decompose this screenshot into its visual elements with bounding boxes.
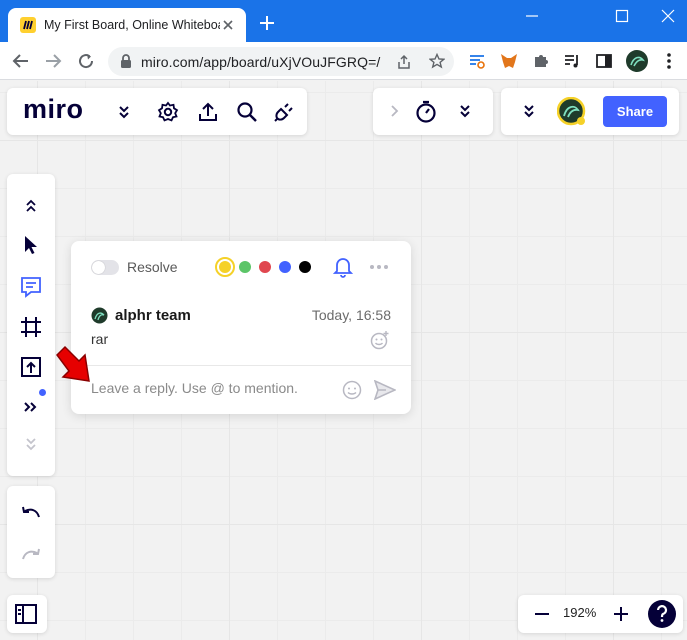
left-tools-toolbar <box>7 174 55 476</box>
expand-tools-chevron-icon[interactable] <box>21 434 41 454</box>
more-tools-icon[interactable] <box>19 395 43 419</box>
zoom-controls: 192% <box>518 595 683 633</box>
collapse-tools-chevron-icon[interactable] <box>20 195 42 217</box>
collaborators-chevron-icon[interactable] <box>519 101 539 121</box>
comment-divider <box>71 365 411 366</box>
forward-icon[interactable] <box>43 51 63 71</box>
close-window-icon[interactable] <box>653 6 683 26</box>
add-reaction-icon[interactable] <box>369 329 391 351</box>
side-panel-icon[interactable] <box>595 52 613 70</box>
resolve-label: Resolve <box>127 259 178 275</box>
reply-input[interactable] <box>91 380 331 396</box>
comment-author: alphr team <box>115 307 191 324</box>
user-avatar[interactable] <box>557 97 587 127</box>
comment-timestamp: Today, 16:58 <box>311 307 391 323</box>
url-text: miro.com/app/board/uXjVOuJFGRQ=/ <box>141 54 381 70</box>
redo-icon[interactable] <box>19 542 43 566</box>
author-avatar <box>91 307 108 324</box>
color-black[interactable] <box>299 261 311 273</box>
search-icon[interactable] <box>235 100 259 124</box>
chrome-menu-icon[interactable] <box>660 52 678 70</box>
board-top-left-toolbar: miro <box>7 88 307 135</box>
board-timer-panel <box>373 88 493 135</box>
back-icon[interactable] <box>11 51 31 71</box>
browser-titlebar: My First Board, Online Whiteboar <box>0 0 687 42</box>
color-blue[interactable] <box>279 261 291 273</box>
board-list-panel <box>7 595 47 633</box>
media-control-icon[interactable] <box>563 52 581 70</box>
integrations-plug-icon[interactable] <box>272 100 296 124</box>
bell-icon[interactable] <box>332 255 354 279</box>
browser-toolbar: miro.com/app/board/uXjVOuJFGRQ=/ <box>0 42 687 80</box>
undo-icon[interactable] <box>19 500 43 524</box>
zoom-out-icon[interactable] <box>532 604 552 624</box>
extension-link-icon[interactable] <box>468 52 486 70</box>
miro-board-canvas[interactable]: miro Share Resolve alphr team Today, 16:… <box>0 81 687 640</box>
zoom-in-icon[interactable] <box>611 604 631 624</box>
browser-tab[interactable]: My First Board, Online Whiteboar <box>8 8 246 42</box>
help-icon[interactable] <box>648 600 676 628</box>
color-green[interactable] <box>239 261 251 273</box>
reload-icon[interactable] <box>76 51 96 71</box>
timer-more-chevron-icon[interactable] <box>455 101 475 121</box>
sidebar-toggle-icon[interactable] <box>15 603 37 625</box>
miro-logo: miro <box>23 94 84 124</box>
new-tab-icon[interactable] <box>258 14 276 32</box>
settings-gear-icon[interactable] <box>156 100 180 124</box>
notification-dot <box>39 389 46 396</box>
annotation-arrow-icon <box>56 345 90 382</box>
comment-thread-card: Resolve alphr team Today, 16:58 rar <box>71 241 411 414</box>
resolve-toggle[interactable] <box>91 260 119 275</box>
color-red[interactable] <box>259 261 271 273</box>
frame-tool-icon[interactable] <box>18 314 44 340</box>
profile-avatar[interactable] <box>626 50 648 72</box>
comment-tool-icon[interactable] <box>18 274 44 300</box>
share-button[interactable]: Share <box>603 96 667 127</box>
tab-title: My First Board, Online Whiteboar <box>44 18 220 32</box>
tab-close-icon[interactable] <box>220 17 236 33</box>
select-cursor-icon[interactable] <box>19 233 43 257</box>
zoom-level[interactable]: 192% <box>563 605 596 620</box>
extensions-puzzle-icon[interactable] <box>532 52 550 70</box>
upload-icon[interactable] <box>196 100 220 124</box>
emoji-icon[interactable] <box>341 379 363 401</box>
share-page-icon[interactable] <box>396 54 412 70</box>
bookmark-star-icon[interactable] <box>429 53 445 69</box>
address-bar[interactable]: miro.com/app/board/uXjVOuJFGRQ=/ <box>108 47 454 76</box>
timer-icon[interactable] <box>413 99 438 124</box>
miro-favicon-icon <box>20 17 36 33</box>
lock-icon <box>121 54 131 68</box>
board-menu-chevron-icon[interactable] <box>113 101 135 123</box>
color-yellow[interactable] <box>219 261 231 273</box>
expand-right-chevron-icon[interactable] <box>385 102 403 120</box>
metamask-fox-icon[interactable] <box>500 52 518 70</box>
send-icon[interactable] <box>373 379 397 401</box>
more-options-icon[interactable] <box>368 259 390 275</box>
upload-tool-icon[interactable] <box>18 354 44 380</box>
minimize-icon[interactable] <box>517 6 547 26</box>
board-collab-panel: Share <box>501 88 679 135</box>
maximize-icon[interactable] <box>607 6 637 26</box>
undo-redo-panel <box>7 486 55 578</box>
